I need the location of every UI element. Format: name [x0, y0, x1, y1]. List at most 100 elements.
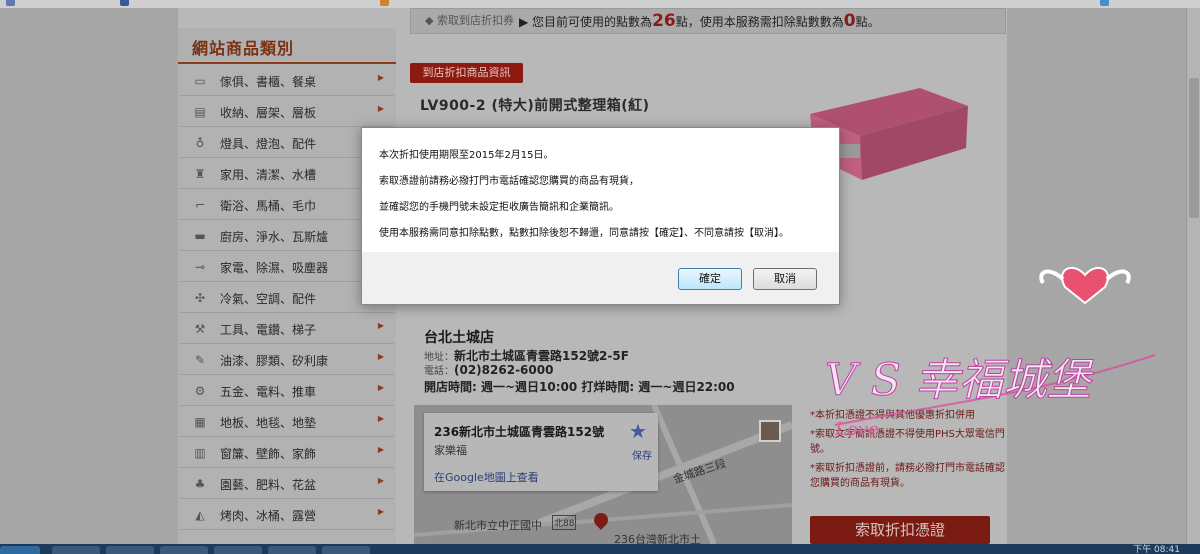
- sidebar-item-label: 油漆、膠類、矽利康: [220, 354, 329, 368]
- sidebar-item-label: 傢俱、書櫃、餐桌: [220, 75, 317, 89]
- dialog-footer: 確定 取消: [362, 252, 839, 304]
- chevron-right-icon: ▶: [377, 507, 384, 516]
- star-icon[interactable]: ★: [629, 419, 647, 443]
- scrollbar-thumb[interactable]: [1189, 78, 1199, 218]
- claim-coupon-button[interactable]: 索取折扣憑證: [810, 516, 990, 544]
- bookmark-item[interactable]: [120, 0, 132, 7]
- map-pin-label: 236台灣新北市土: [614, 533, 701, 544]
- dialog-message-line: 並確認您的手機門號未設定拒收廣告簡訊和企業簡訊。: [379, 202, 619, 213]
- taskbar-app-icon[interactable]: [52, 546, 100, 554]
- chevron-right-icon: ▶: [377, 321, 384, 330]
- sidebar-item[interactable]: ▭ 傢俱、書櫃、餐桌 ▶: [180, 66, 394, 96]
- sofa-icon: ▭: [194, 74, 206, 88]
- gear-icon: ⚙: [194, 384, 206, 398]
- chevron-right-icon: ▶: [377, 73, 384, 82]
- product-title: LV900-2 (特大)前開式整理箱(紅): [420, 98, 650, 114]
- sidebar-item-label: 園藝、肥料、花盆: [220, 478, 317, 492]
- start-button[interactable]: [0, 546, 40, 554]
- points-value: 26: [652, 11, 676, 31]
- wrench-icon: ⚒: [194, 322, 206, 336]
- fan-icon: ✣: [194, 291, 206, 305]
- plant-icon: ♣: [194, 477, 206, 491]
- store-phone: 電話：(02)8262-6000: [424, 363, 554, 377]
- spray-icon: ♜: [194, 167, 206, 181]
- coupon-tag-label: ◆ 索取到店折扣券: [425, 14, 514, 27]
- brush-icon: ✎: [194, 353, 206, 367]
- sidebar-item-label: 窗簾、壁飾、家飾: [220, 447, 317, 461]
- taskbar-app-icon[interactable]: [214, 546, 262, 554]
- cancel-button[interactable]: 取消: [753, 268, 817, 290]
- chevron-right-icon: ▶: [377, 104, 384, 113]
- bookmarks-bar: [0, 0, 1200, 8]
- sidebar-item[interactable]: ▦ 地板、地毯、地墊 ▶: [180, 407, 394, 437]
- map-address: 236新北市土城區青雲路152號: [434, 425, 605, 439]
- cabinet-icon: ▤: [194, 105, 206, 119]
- dialog-message-line: 使用本服務需同意扣除點數，點數扣除後恕不歸還，同意請按【確定】、不同意請按【取消…: [379, 228, 789, 239]
- watermark-sub: Love: [834, 419, 879, 440]
- curtain-icon: ▥: [194, 446, 206, 460]
- sidebar-title: 網站商品類別: [178, 28, 396, 64]
- chevron-right-icon: ▶: [377, 476, 384, 485]
- chevron-right-icon: ▶: [377, 445, 384, 454]
- sidebar-item-label: 地板、地毯、地墊: [220, 416, 317, 430]
- bookmark-item[interactable]: [380, 0, 392, 7]
- view-on-google-maps-link[interactable]: 在Google地圖上查看: [434, 469, 539, 485]
- tent-icon: ◭: [195, 508, 205, 522]
- sidebar-item[interactable]: ▤ 收納、層架、層板 ▶: [180, 97, 394, 127]
- sidebar-item-label: 衛浴、馬桶、毛巾: [220, 199, 317, 213]
- map-save-label[interactable]: 保存: [632, 447, 652, 462]
- watermark-logo: V S 幸福城堡 Love: [825, 266, 1156, 440]
- discount-info-badge: 到店折扣商品資訊: [410, 63, 523, 83]
- sidebar-item-label: 廚房、淨水、瓦斯爐: [220, 230, 329, 244]
- chevron-right-icon: ▶: [377, 414, 384, 423]
- sidebar-item-label: 家電、除濕、吸塵器: [220, 261, 329, 275]
- taskbar-app-icon[interactable]: [106, 546, 154, 554]
- stove-icon: ▬: [194, 229, 206, 243]
- store-hours: 開店時間: 週一~週日10:00 打烊時間: 週一~週日22:00: [424, 380, 735, 394]
- confirm-dialog: 本次折扣使用期限至2015年2月15日。 索取憑證前請務必撥打門市電話確認您購買…: [361, 127, 840, 305]
- sidebar-item-label: 工具、電鑽、梯子: [220, 323, 317, 337]
- taskbar-app-icon[interactable]: [322, 546, 370, 554]
- sidebar-item-label: 五金、電料、推車: [220, 385, 317, 399]
- sidebar-title-text: 網站商品類別: [192, 39, 295, 58]
- map-place-name: 家樂福: [434, 444, 467, 457]
- sidebar-item-label: 收納、層架、層板: [220, 106, 317, 120]
- points-message: ▶ 您目前可使用的點數為26點，使用本服務需扣除點數數為0點。: [519, 11, 880, 31]
- dialog-message-line: 本次折扣使用期限至2015年2月15日。: [379, 150, 554, 161]
- bulb-icon: ♁: [195, 136, 205, 150]
- map-route-label: 北88: [552, 515, 577, 530]
- bookmark-item[interactable]: [1100, 0, 1112, 7]
- sidebar-item-label: 燈具、燈泡、配件: [220, 137, 317, 151]
- ok-button[interactable]: 確定: [678, 268, 742, 290]
- chevron-right-icon: ▶: [377, 383, 384, 392]
- taskbar-app-icon[interactable]: [160, 546, 208, 554]
- avatar: [759, 420, 781, 442]
- sidebar-item[interactable]: ⚙ 五金、電料、推車 ▶: [180, 376, 394, 406]
- note-text: *索取折扣憑證前，請務必撥打門市電話確認您購買的商品有現貨。: [810, 463, 1005, 489]
- toilet-icon: ⌐: [194, 198, 206, 212]
- store-name: 台北土城店: [424, 330, 494, 346]
- sidebar-item[interactable]: ♣ 園藝、肥料、花盆 ▶: [180, 469, 394, 499]
- deduct-value: 0: [843, 11, 856, 31]
- plug-icon: ⊸: [194, 260, 206, 274]
- floor-icon: ▦: [194, 415, 206, 429]
- bookmark-item[interactable]: [6, 0, 18, 7]
- points-info-bar: ◆ 索取到店折扣券 ▶ 您目前可使用的點數為26點，使用本服務需扣除點數數為0點…: [410, 8, 1006, 34]
- chevron-right-icon: ▶: [377, 352, 384, 361]
- sidebar-item[interactable]: ⚒ 工具、電鑽、梯子 ▶: [180, 314, 394, 344]
- map-school-label: 新北市立中正國中: [454, 519, 542, 532]
- map-info-card: 236新北市土城區青雲路152號 家樂福 在Google地圖上查看 ★ 保存: [424, 413, 658, 491]
- sidebar-item[interactable]: ✎ 油漆、膠類、矽利康 ▶: [180, 345, 394, 375]
- watermark-text: V S 幸福城堡: [825, 355, 1094, 406]
- dialog-body: 本次折扣使用期限至2015年2月15日。 索取憑證前請務必撥打門市電話確認您購買…: [362, 128, 839, 252]
- sidebar-item[interactable]: ▥ 窗簾、壁飾、家飾 ▶: [180, 438, 394, 468]
- google-map[interactable]: 236新北市土城區青雲路152號 家樂福 在Google地圖上查看 ★ 保存 金…: [414, 405, 792, 544]
- dialog-message-line: 索取憑證前請務必撥打門市電話確認您購買的商品有現貨，: [379, 176, 639, 187]
- sidebar-item-label: 家用、清潔、水槽: [220, 168, 317, 182]
- sidebar-item-label: 烤肉、冰桶、露營: [220, 509, 317, 523]
- sidebar-item-label: 冷氣、空調、配件: [220, 292, 317, 306]
- taskbar-clock[interactable]: 下午 08:41: [1133, 544, 1180, 554]
- sidebar-item[interactable]: ◭ 烤肉、冰桶、露營 ▶: [180, 500, 394, 530]
- taskbar-app-icon[interactable]: [268, 546, 316, 554]
- scrollbar[interactable]: [1186, 8, 1200, 544]
